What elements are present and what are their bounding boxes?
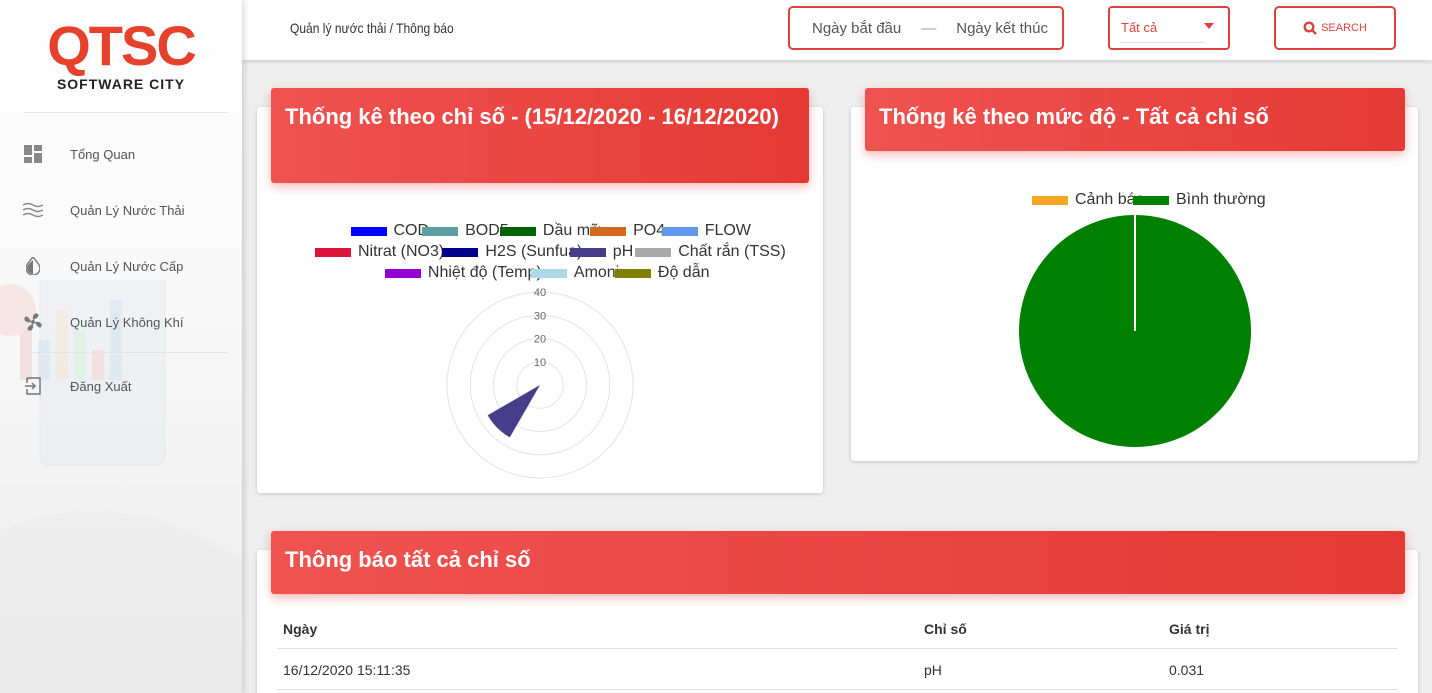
breadcrumb: Quản lý nước thải / Thông báo — [290, 20, 454, 36]
date-separator: — — [921, 19, 937, 37]
sidebar-divider — [24, 352, 228, 353]
polar-segment[interactable] — [487, 385, 540, 438]
top-bar: Quản lý nước thải / Thông báo Ngày bắt đ… — [242, 0, 1432, 60]
legend-item[interactable]: FLOW — [661, 222, 751, 240]
legend-item[interactable]: COD — [350, 222, 429, 240]
legend-swatch — [1133, 195, 1169, 205]
r-tick-label: 20 — [534, 334, 546, 346]
company-logo[interactable]: QTSC SOFTWARE CITY — [28, 14, 214, 100]
caret-down-icon — [1204, 23, 1214, 29]
sidebar-item-label: Quản Lý Không Khí — [70, 314, 184, 330]
end-date-input[interactable]: Ngày kết thúc — [956, 20, 1048, 37]
cell-value: 0.031 — [1169, 662, 1205, 678]
sidebar-item-supply-water[interactable]: Quản Lý Nước Cấp — [22, 252, 183, 280]
legend-label: H2S (Sunfua) — [485, 243, 583, 260]
notifications-title: Thông báo tất cả chỉ số — [271, 531, 1405, 594]
select-underline — [1120, 42, 1204, 43]
index-stats-title: Thống kê theo chỉ số - (15/12/2020 - 16/… — [271, 88, 809, 183]
filter-select[interactable]: Tất cả — [1108, 6, 1230, 50]
table-divider — [277, 648, 1398, 649]
r-tick-label: 30 — [534, 310, 546, 322]
sidebar-item-overview[interactable]: Tổng Quan — [22, 140, 135, 168]
search-button[interactable]: SEARCH — [1274, 6, 1396, 50]
column-header-value[interactable]: Giá trị — [1169, 621, 1209, 637]
logo-mark: QTSC — [47, 14, 197, 77]
fan-icon — [22, 311, 44, 333]
legend-swatch — [315, 247, 351, 257]
legend-swatch — [422, 226, 459, 236]
legend-swatch — [661, 226, 698, 236]
legend-label: Nhiệt độ (Temp) — [427, 264, 542, 281]
legend-swatch — [384, 268, 421, 278]
search-button-label: SEARCH — [1321, 22, 1367, 34]
dashboard-icon — [22, 143, 44, 165]
legend-item[interactable]: Nhiệt độ (Temp) — [384, 264, 542, 282]
legend-label: PO4 — [633, 222, 666, 239]
legend-label: pH — [612, 243, 634, 260]
legend-item[interactable]: Độ dẫn — [614, 264, 710, 282]
legend-label: Nitrat (NO3) — [358, 243, 445, 260]
legend-item[interactable]: Chất rắn (TSS) — [635, 243, 786, 261]
legend-swatch — [590, 226, 627, 236]
r-tick-label: 10 — [534, 357, 546, 369]
legend-item[interactable]: Amoni — [530, 264, 620, 282]
sidebar-item-logout[interactable]: Đăng Xuất — [22, 372, 131, 400]
legend-item[interactable]: pH — [569, 243, 634, 261]
legend-item[interactable]: Cảnh báo — [1032, 191, 1144, 209]
sidebar-item-label: Quản Lý Nước Cấp — [70, 258, 184, 274]
legend-item[interactable]: Bình thường — [1133, 191, 1266, 209]
waves-icon — [22, 199, 44, 221]
legend-item[interactable]: Nitrat (NO3) — [315, 243, 444, 261]
logo-subtitle: SOFTWARE CITY — [56, 76, 186, 92]
table-divider — [277, 689, 1398, 690]
legend-swatch — [1032, 195, 1068, 205]
start-date-input[interactable]: Ngày bắt đầu — [812, 20, 901, 37]
water-drop-icon — [22, 255, 44, 277]
legend-swatch — [614, 268, 651, 278]
filter-selected-value: Tất cả — [1121, 20, 1158, 35]
cell-date: 16/12/2020 15:11:35 — [283, 662, 411, 678]
legend-item[interactable]: PO4 — [590, 222, 665, 240]
sidebar-item-label: Đăng Xuất — [70, 378, 132, 394]
background-illustration — [0, 280, 242, 693]
legend-label: Amoni — [573, 264, 620, 281]
logout-icon — [22, 375, 44, 397]
pie-chart — [1019, 215, 1251, 447]
sidebar-item-label: Tổng Quan — [70, 146, 136, 162]
level-stats-title: Thống kê theo mức độ - Tất cả chỉ số — [865, 88, 1405, 151]
cell-index: pH — [924, 662, 942, 678]
legend-swatch — [442, 247, 479, 257]
sidebar-item-label: Quản Lý Nước Thải — [70, 202, 185, 218]
polar-area-chart: 10 20 30 40 — [446, 287, 634, 479]
legend-label: Bình thường — [1176, 191, 1266, 208]
legend-swatch — [530, 268, 567, 278]
legend-label: FLOW — [704, 222, 751, 239]
date-range-picker[interactable]: Ngày bắt đầu — Ngày kết thúc — [788, 6, 1064, 50]
column-header-date[interactable]: Ngày — [283, 621, 317, 637]
legend-item[interactable]: Dầu mỡ — [499, 222, 601, 240]
legend-item[interactable]: BOD5 — [422, 222, 509, 240]
column-header-index[interactable]: Chỉ số — [924, 621, 967, 637]
legend-swatch — [350, 226, 387, 236]
legend-swatch — [635, 247, 672, 257]
legend-swatch — [569, 247, 606, 257]
legend-swatch — [499, 226, 536, 236]
sidebar-divider — [24, 112, 228, 113]
legend-label: Độ dẫn — [657, 264, 710, 281]
sidebar-item-air[interactable]: Quản Lý Không Khí — [22, 308, 183, 336]
sidebar-item-wastewater[interactable]: Quản Lý Nước Thải — [22, 196, 185, 224]
search-icon — [1303, 21, 1317, 35]
sidebar: QTSC SOFTWARE CITY Tổng Quan Quản Lý Nướ… — [0, 0, 242, 693]
r-tick-label: 40 — [534, 287, 546, 299]
legend-item[interactable]: H2S (Sunfua) — [442, 243, 582, 261]
legend-label: Chất rắn (TSS) — [678, 243, 786, 260]
